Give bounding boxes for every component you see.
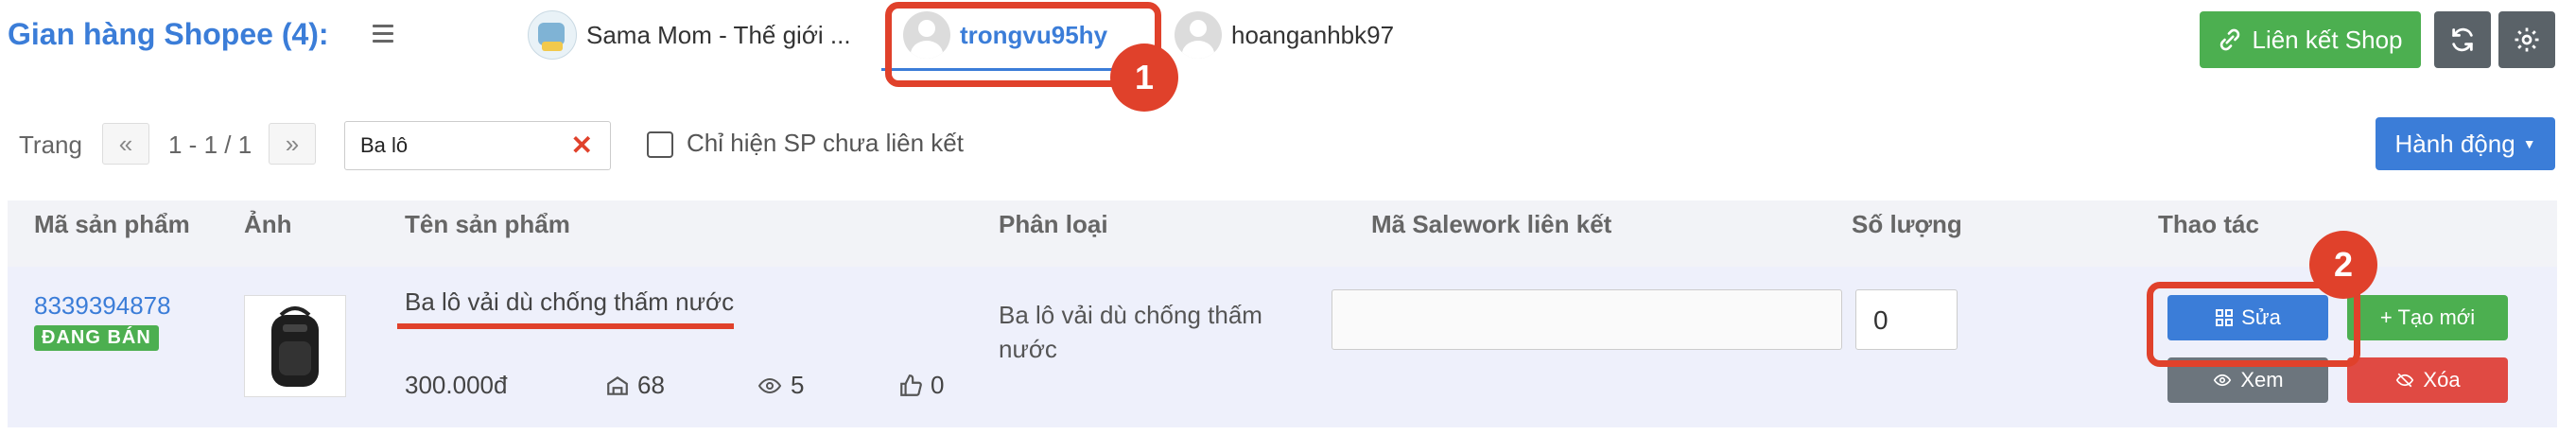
page-label: Trang bbox=[19, 130, 82, 159]
product-price: 300.000đ bbox=[405, 371, 507, 400]
next-page-button[interactable]: » bbox=[269, 123, 316, 165]
like-count: 0 bbox=[898, 371, 944, 400]
shop-tab-sama-mom[interactable]: Sama Mom - Thế giới ... bbox=[528, 6, 851, 64]
column-header-variant: Phân loại bbox=[999, 210, 1108, 238]
unlinked-only-label: Chỉ hiện SP chưa liên kết bbox=[687, 129, 964, 157]
column-header-product-name: Tên sản phẩm bbox=[405, 210, 570, 238]
backpack-image-icon bbox=[271, 306, 319, 387]
eye-icon bbox=[757, 377, 782, 393]
delete-label: Xóa bbox=[2423, 368, 2461, 392]
view-label: Xem bbox=[2240, 368, 2284, 392]
delete-button[interactable]: Xóa bbox=[2347, 357, 2508, 403]
search-input[interactable]: Ba lô ✕ bbox=[344, 121, 611, 170]
caret-down-icon: ▼ bbox=[2522, 136, 2536, 151]
chevron-double-right-icon: » bbox=[285, 129, 300, 158]
annotation-badge: 1 bbox=[1110, 44, 1178, 112]
link-shop-label: Liên kết Shop bbox=[2252, 25, 2403, 54]
link-shop-button[interactable]: Liên kết Shop bbox=[2200, 11, 2421, 68]
shop-logo-avatar bbox=[528, 10, 577, 60]
column-header-quantity: Số lượng bbox=[1852, 210, 1962, 238]
product-thumbnail bbox=[244, 295, 346, 397]
view-value: 5 bbox=[791, 371, 805, 399]
gear-icon bbox=[2515, 27, 2539, 52]
variant-line-1: Ba lô vải dù chống thấm bbox=[999, 301, 1262, 329]
action-dropdown-button[interactable]: Hành động ▼ bbox=[2376, 117, 2555, 170]
shop-tab-hoanganhbk97[interactable]: hoanganhbk97 bbox=[1175, 6, 1394, 64]
eye-icon bbox=[2214, 374, 2232, 387]
create-new-label: + Tạo mới bbox=[2379, 305, 2476, 329]
shop-tab-label: hoanganhbk97 bbox=[1231, 20, 1395, 49]
settings-button[interactable] bbox=[2498, 11, 2555, 68]
column-header-image: Ảnh bbox=[244, 210, 292, 238]
product-id-link[interactable]: 8339394878 bbox=[34, 291, 171, 321]
chevron-double-left-icon: « bbox=[118, 129, 133, 158]
price-value: 300.000đ bbox=[405, 371, 508, 399]
shop-tab-label: Sama Mom - Thế giới ... bbox=[586, 20, 851, 49]
annotation-badge: 2 bbox=[2309, 231, 2377, 299]
eye-off-icon bbox=[2396, 373, 2414, 388]
clear-search-icon[interactable]: ✕ bbox=[571, 130, 593, 161]
search-input-value: Ba lô bbox=[360, 133, 409, 157]
stock-value: 68 bbox=[637, 371, 665, 399]
refresh-icon bbox=[2452, 27, 2473, 52]
shopee-product-page: Gian hàng Shopee (4): Sama Mom - Thế giớ… bbox=[0, 0, 2576, 435]
page-range: 1 - 1 / 1 bbox=[168, 130, 252, 159]
quantity-input[interactable]: 0 bbox=[1855, 289, 1958, 350]
stock-count: 68 bbox=[605, 371, 665, 400]
annotation-underline bbox=[397, 323, 734, 329]
prev-page-button[interactable]: « bbox=[102, 123, 149, 165]
column-header-actions: Thao tác bbox=[2158, 210, 2259, 238]
status-badge: ĐANG BÁN bbox=[34, 325, 159, 351]
user-avatar bbox=[1175, 11, 1222, 59]
salework-code-input[interactable] bbox=[1332, 289, 1842, 350]
column-header-salework-code: Mã Salework liên kết bbox=[1371, 210, 1612, 238]
link-icon bbox=[2220, 28, 2240, 51]
view-count: 5 bbox=[757, 371, 804, 400]
page-title: Gian hàng Shopee (4): bbox=[8, 17, 329, 51]
unlinked-only-checkbox[interactable] bbox=[647, 131, 673, 158]
product-name: Ba lô vải dù chống thấm nước bbox=[405, 287, 735, 316]
variant-line-2: nước bbox=[999, 335, 1057, 363]
like-value: 0 bbox=[931, 371, 945, 399]
menu-icon[interactable] bbox=[373, 25, 393, 47]
create-new-button[interactable]: + Tạo mới bbox=[2347, 295, 2508, 340]
thumbs-up-icon bbox=[900, 374, 922, 396]
column-header-product-id: Mã sản phẩm bbox=[34, 210, 190, 238]
warehouse-icon bbox=[607, 375, 628, 395]
refresh-button[interactable] bbox=[2434, 11, 2491, 68]
action-dropdown-label: Hành động bbox=[2394, 129, 2515, 158]
